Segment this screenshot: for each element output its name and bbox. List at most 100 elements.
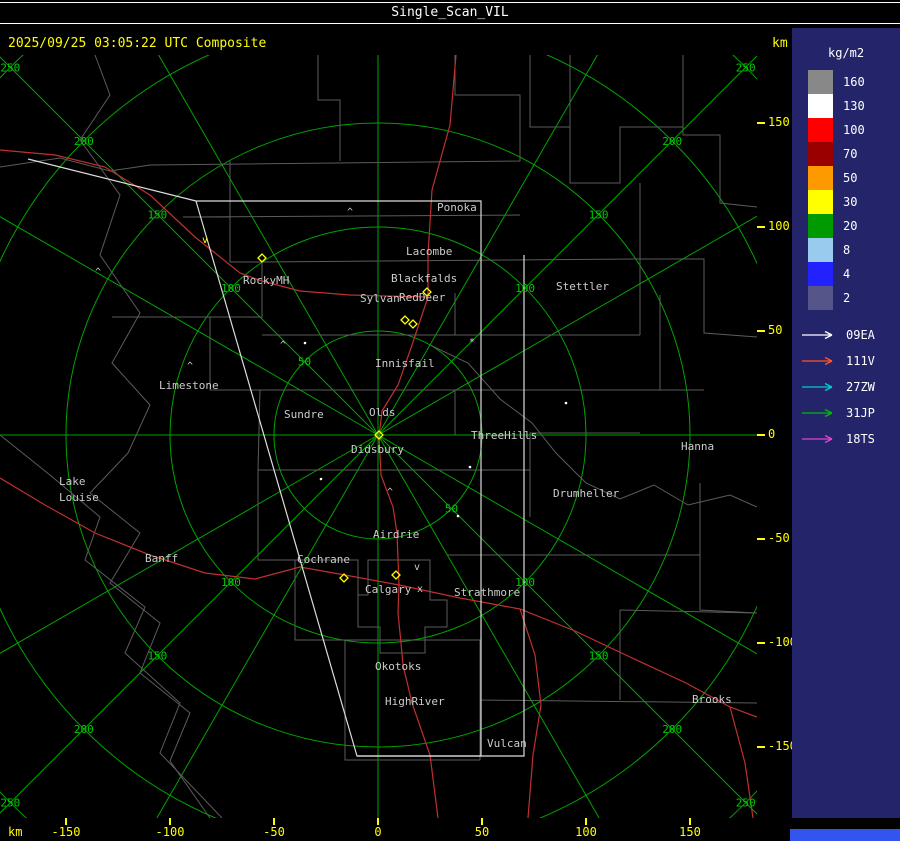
city-label: Innisfail: [375, 357, 435, 370]
scan-area-outline: [27, 158, 197, 202]
bottom-axis-tick: [481, 818, 483, 825]
county-boundary-line: [682, 55, 757, 208]
city-label: Okotoks: [375, 660, 421, 673]
axis-unit-bottom: km: [8, 825, 23, 839]
city-label: Brooks: [692, 693, 732, 706]
range-ring-label: 250: [736, 797, 756, 810]
window-title-bar: Single_Scan_VIL: [0, 2, 900, 24]
right-axis-label: -50: [768, 531, 790, 545]
range-ring-label: 150: [589, 208, 609, 221]
color-scale-value: 4: [843, 267, 851, 281]
color-scale-value: 20: [843, 219, 858, 233]
range-ring-label: 100: [221, 576, 241, 589]
color-swatch: [808, 166, 833, 190]
color-scale: 160 130 100 70 50 30 20 8 4 2: [808, 70, 900, 310]
color-scale-value: 130: [843, 99, 865, 113]
range-ring-label: 200: [662, 135, 682, 148]
county-boundary-line: [79, 55, 151, 454]
city-label: Ponoka: [437, 201, 477, 214]
county-boundary-line: [183, 161, 231, 218]
color-scale-value: 50: [843, 171, 858, 185]
city-label: Sundre: [284, 408, 324, 421]
color-scale-row: 160: [808, 70, 900, 94]
radar-arrow-icon: [802, 356, 833, 366]
color-scale-row: 100: [808, 118, 900, 142]
town-dot: [456, 514, 460, 518]
color-swatch: [808, 238, 833, 262]
radar-id-label: 09EA: [846, 328, 875, 342]
radar-arrow-icon: [802, 330, 833, 340]
range-ring-label: 250: [736, 61, 756, 74]
arrow-marker: v: [414, 562, 420, 573]
radar-arrow-icon: [802, 382, 833, 392]
range-ring-label: 250: [0, 797, 20, 810]
right-axis-tick: [757, 538, 765, 540]
color-scale-row: 50: [808, 166, 900, 190]
color-scale-row: 20: [808, 214, 900, 238]
range-ring-label: 50: [298, 355, 311, 368]
horizontal-scrollbar[interactable]: [790, 829, 900, 841]
city-label: Banff: [145, 552, 178, 565]
bottom-axis-tick: [169, 818, 171, 825]
right-axis-tick: [757, 642, 765, 644]
color-scale-value: 30: [843, 195, 858, 209]
peak-marker: ^: [347, 207, 353, 218]
star-marker: *: [469, 337, 475, 348]
city-label: Louise: [59, 491, 99, 504]
color-scale-row: 70: [808, 142, 900, 166]
bottom-axis-tick: [689, 818, 691, 825]
radar-id-label: 111V: [846, 354, 875, 368]
range-ring-label: 150: [589, 650, 609, 663]
city-label: Sylvan: [360, 292, 400, 305]
bottom-axis-label: 100: [575, 825, 597, 839]
color-scale-value: 8: [843, 243, 851, 257]
county-boundary-line: [317, 55, 341, 161]
right-axis-label: 100: [768, 219, 790, 233]
range-ring-label: 200: [662, 723, 682, 736]
right-axis-tick: [757, 330, 765, 332]
radar-list: 09EA 111V 27ZW 31JP 18TS: [800, 322, 900, 452]
scan-area-outline: [357, 255, 525, 757]
color-scale-value: 70: [843, 147, 858, 161]
color-scale-row: 130: [808, 94, 900, 118]
radar-legend-item: 09EA: [800, 322, 900, 348]
legend-panel: kg/m2 160 130 100 70 50 30 20 8 4 2 09EA 111V 27ZW 3…: [792, 28, 900, 818]
town-dot: [564, 401, 568, 405]
highway-line: [519, 608, 542, 818]
right-axis-tick: [757, 122, 765, 124]
x-marker: x: [417, 584, 423, 595]
city-label: Lacombe: [406, 245, 452, 258]
radar-legend-item: 31JP: [800, 400, 900, 426]
town-dot: [319, 477, 323, 481]
radar-map-canvas[interactable]: 50 100 150 200 250 100 150 200 250 100 150 200 250 50…: [0, 55, 757, 818]
range-ring-label: 200: [74, 723, 94, 736]
color-scale-value: 2: [843, 291, 851, 305]
city-diamond-marker: [408, 319, 418, 329]
color-swatch: [808, 94, 833, 118]
right-axis-label: 0: [768, 427, 776, 441]
county-boundary-line: [89, 452, 211, 818]
peak-marker: ^: [95, 267, 101, 278]
azimuth-line: [156, 434, 379, 818]
axis-unit-top: km: [772, 36, 788, 51]
bottom-axis-label: 0: [374, 825, 382, 839]
radar-legend-item: 111V: [800, 348, 900, 374]
color-scale-row: 4: [808, 262, 900, 286]
county-boundary-line: [640, 258, 757, 338]
city-label: Lake: [59, 475, 86, 488]
town-dot: [468, 465, 472, 469]
radar-legend-item: 27ZW: [800, 374, 900, 400]
radar-id-label: 31JP: [846, 406, 875, 420]
legend-unit-label: kg/m2: [828, 46, 865, 60]
bottom-axis-tick: [273, 818, 275, 825]
bottom-axis-label: 50: [474, 825, 490, 839]
city-label: Limestone: [159, 379, 219, 392]
color-scale-value: 100: [843, 123, 865, 137]
county-boundary-line: [295, 559, 448, 654]
color-scale-row: 8: [808, 238, 900, 262]
color-swatch: [808, 214, 833, 238]
city-label: HighRiver: [385, 695, 445, 708]
county-boundary-line: [529, 55, 683, 184]
right-axis-tick: [757, 226, 765, 228]
city-label: Olds: [369, 406, 396, 419]
